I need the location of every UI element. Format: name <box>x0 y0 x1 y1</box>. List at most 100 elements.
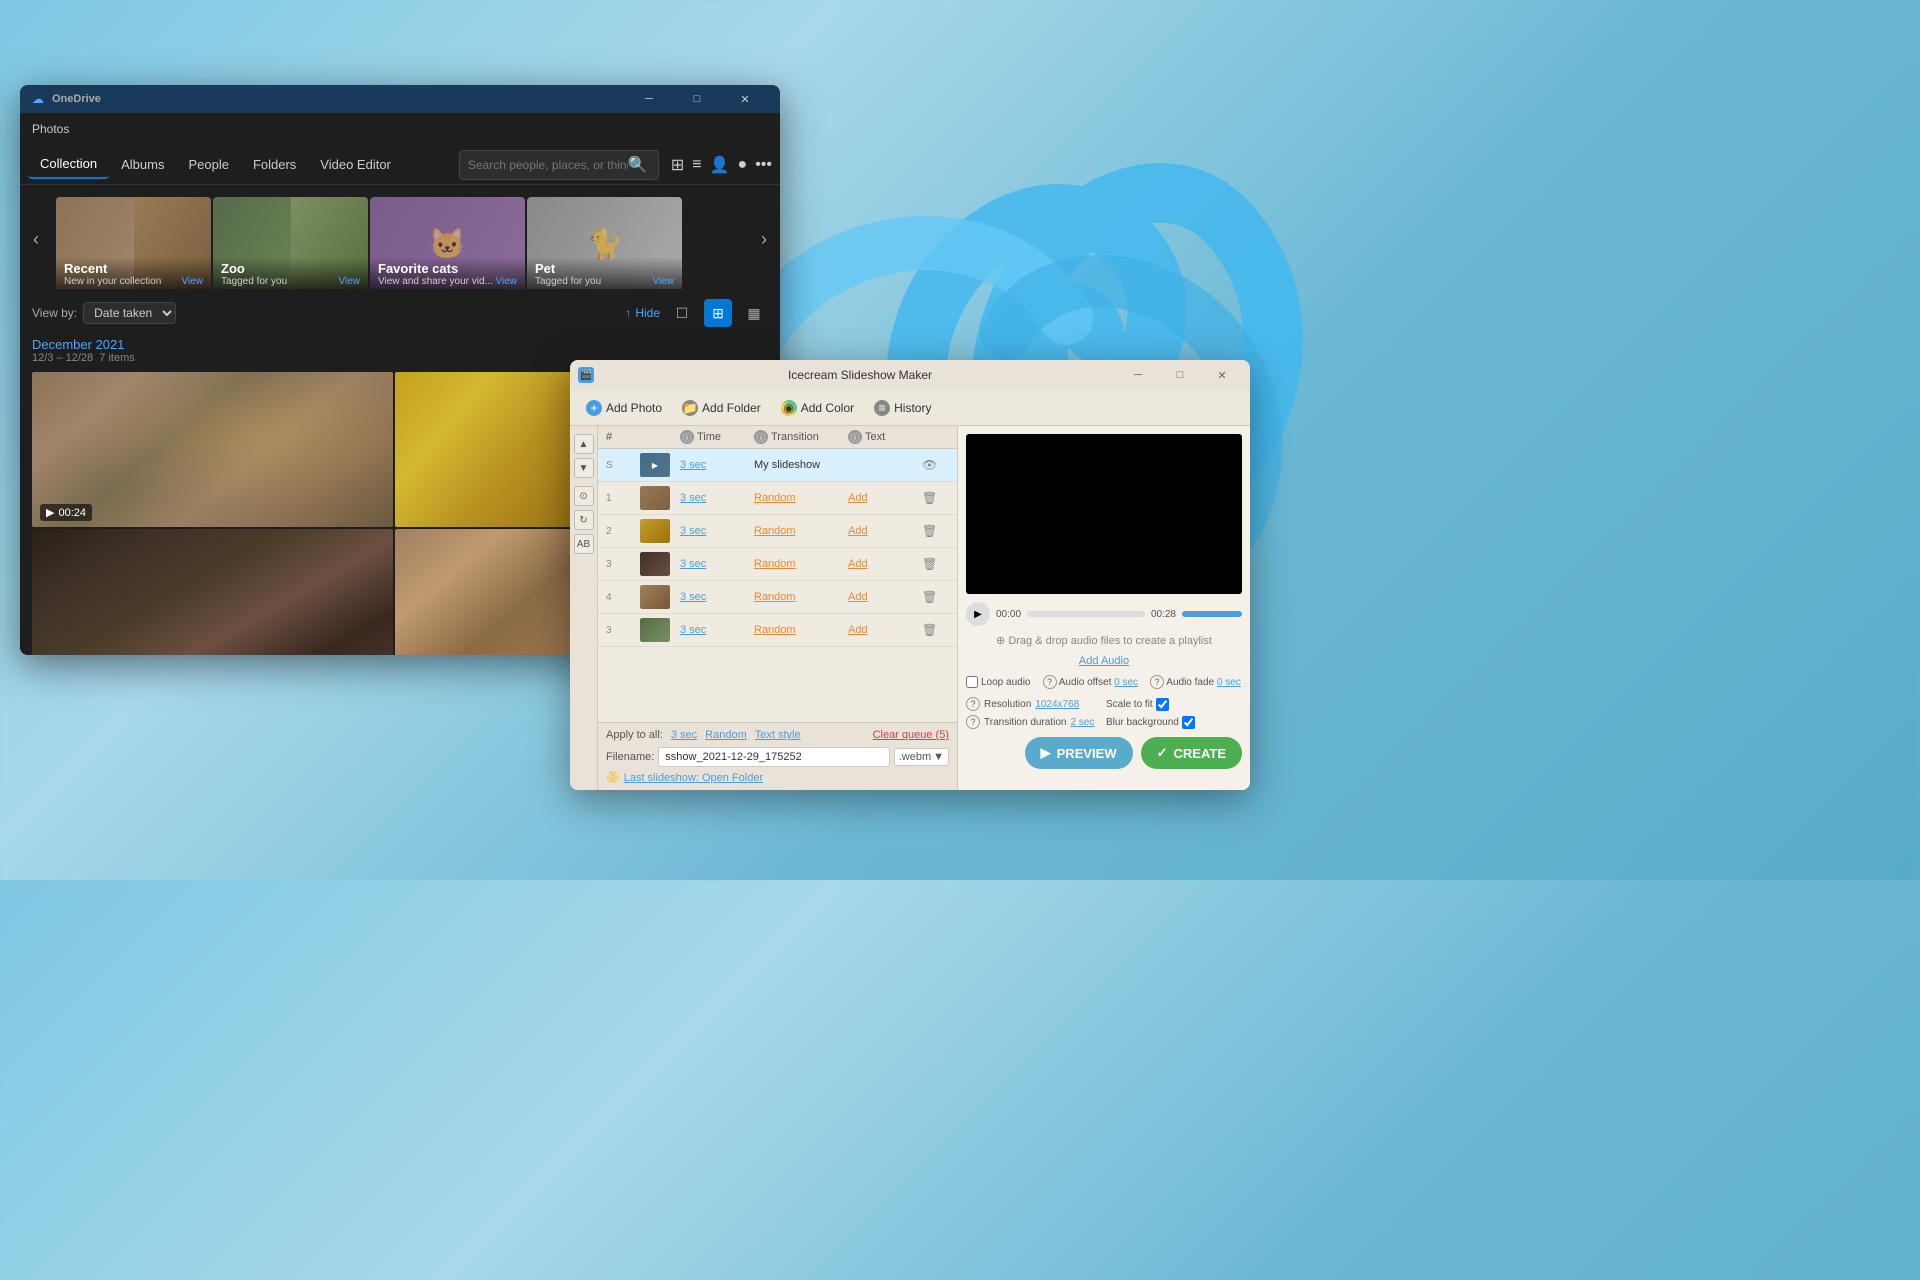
loop-audio-checkbox[interactable] <box>966 676 978 688</box>
row-s-time[interactable]: 3 sec <box>680 459 750 471</box>
row-3-transition[interactable]: Random <box>754 558 844 570</box>
col-time: ⓘ Time <box>680 430 750 444</box>
row-2-transition[interactable]: Random <box>754 525 844 537</box>
ss-row-3b[interactable]: 3 3 sec Random Add 🗑 <box>598 614 957 647</box>
photo-3[interactable] <box>32 529 393 655</box>
album-recent-view[interactable]: View <box>182 276 204 287</box>
apply-time[interactable]: 3 sec <box>671 729 697 741</box>
row-1-time[interactable]: 3 sec <box>680 492 750 504</box>
ss-row-2[interactable]: 2 3 sec Random Add 🗑 <box>598 515 957 548</box>
row-3b-transition[interactable]: Random <box>754 624 844 636</box>
add-photo-button[interactable]: + Add Photo <box>578 396 670 420</box>
filename-input[interactable] <box>658 747 889 767</box>
row-3-delete-icon[interactable]: 🗑 <box>922 557 952 571</box>
row-2-delete-icon[interactable]: 🗑 <box>922 524 952 538</box>
nav-copy-button[interactable]: ⊙ <box>574 486 594 506</box>
row-3-time[interactable]: 3 sec <box>680 558 750 570</box>
add-color-button[interactable]: ◉ Add Color <box>773 396 862 420</box>
audio-offset-val[interactable]: 0 sec <box>1114 677 1138 688</box>
view-list-icon[interactable]: ▦ <box>740 299 768 327</box>
audio-fade-val[interactable]: 0 sec <box>1217 677 1241 688</box>
row-4-transition[interactable]: Random <box>754 591 844 603</box>
view-single-icon[interactable]: ☐ <box>668 299 696 327</box>
search-input[interactable] <box>468 158 628 172</box>
row-1-transition[interactable]: Random <box>754 492 844 504</box>
row-s-thumb: ▶ <box>640 453 670 477</box>
row-1-delete-icon[interactable]: 🗑 <box>922 491 952 505</box>
create-button[interactable]: ✓ CREATE <box>1141 737 1242 769</box>
row-2-text-add[interactable]: Add <box>848 525 918 537</box>
view-grid-icon[interactable]: ⊞ <box>704 299 732 327</box>
minimize-button[interactable]: ─ <box>626 85 672 114</box>
filter-icon[interactable]: ≡ <box>692 156 701 174</box>
album-pet-view[interactable]: View <box>653 276 675 287</box>
hide-button[interactable]: ↑ Hide <box>625 306 660 320</box>
close-button[interactable]: ✕ <box>722 85 768 114</box>
apply-transition[interactable]: Random <box>705 729 747 741</box>
album-zoo[interactable]: Zoo Tagged for you View <box>213 197 368 289</box>
blur-checkbox[interactable] <box>1182 716 1195 729</box>
album-zoo-view[interactable]: View <box>339 276 361 287</box>
row-4-delete-icon[interactable]: 🗑 <box>922 590 952 604</box>
ss-close-button[interactable]: ✕ <box>1202 361 1242 389</box>
transition-help-icon: ? <box>966 715 980 729</box>
album-next-arrow[interactable]: › <box>752 225 776 254</box>
row-3b-time[interactable]: 3 sec <box>680 624 750 636</box>
album-cats-view[interactable]: View <box>496 276 518 287</box>
apply-text-style[interactable]: Text style <box>755 729 801 741</box>
scale-checkbox[interactable] <box>1156 698 1169 711</box>
row-s-eye-icon[interactable]: 👁 <box>922 458 952 472</box>
nav-down-button[interactable]: ▼ <box>574 458 594 478</box>
last-slideshow-link[interactable]: Last slideshow: Open Folder <box>624 772 763 784</box>
nav-text-button[interactable]: AB <box>574 534 594 554</box>
ext-select[interactable]: .webm ▼ <box>894 748 949 766</box>
album-prev-arrow[interactable]: ‹ <box>24 225 48 254</box>
more-icon[interactable]: ••• <box>755 156 772 174</box>
ss-row-s[interactable]: S ▶ 3 sec My slideshow 👁 <box>598 449 957 482</box>
ss-maximize-button[interactable]: □ <box>1160 361 1200 389</box>
ss-col-headers: # ⓘ Time ⓘ Transition ⓘ Text <box>598 426 957 449</box>
account-icon[interactable]: ● <box>738 156 748 174</box>
add-folder-button[interactable]: 📁 Add Folder <box>674 396 769 420</box>
album-favorite-cats[interactable]: 🐱 Favorite cats View and share your vid.… <box>370 197 525 289</box>
add-audio-link[interactable]: Add Audio <box>1079 655 1129 667</box>
album-cats-sub: View and share your vid... View <box>378 276 517 287</box>
nav-folders[interactable]: Folders <box>241 151 308 178</box>
history-button[interactable]: ≡ History <box>866 396 939 420</box>
album-pet-sub: Tagged for you View <box>535 276 674 287</box>
nav-collection[interactable]: Collection <box>28 150 109 179</box>
ss-bottom-bar: Apply to all: 3 sec Random Text style Cl… <box>598 722 957 790</box>
resolution-val[interactable]: 1024x768 <box>1035 699 1079 710</box>
nav-video-editor[interactable]: Video Editor <box>308 151 403 178</box>
play-button[interactable]: ▶ <box>966 602 990 626</box>
view-by-select[interactable]: Date taken <box>83 302 176 324</box>
ss-minimize-button[interactable]: ─ <box>1118 361 1158 389</box>
album-recent[interactable]: Recent New in your collection View <box>56 197 211 289</box>
clear-queue-button[interactable]: Clear queue (5) <box>873 729 949 741</box>
sync-icon[interactable]: ⊞ <box>671 155 684 175</box>
nav-people[interactable]: People <box>176 151 240 178</box>
row-3b-text-add[interactable]: Add <box>848 624 918 636</box>
nav-up-button[interactable]: ▲ <box>574 434 594 454</box>
row-s-transition: My slideshow <box>754 459 844 471</box>
preview-button[interactable]: ▶ PREVIEW <box>1025 737 1133 769</box>
row-4-text-add[interactable]: Add <box>848 591 918 603</box>
people-icon[interactable]: 👤 <box>710 155 730 175</box>
row-3b-delete-icon[interactable]: 🗑 <box>922 623 952 637</box>
nav-loop-button[interactable]: ↻ <box>574 510 594 530</box>
nav-albums[interactable]: Albums <box>109 151 176 178</box>
row-4-time[interactable]: 3 sec <box>680 591 750 603</box>
row-3-text-add[interactable]: Add <box>848 558 918 570</box>
row-1-text-add[interactable]: Add <box>848 492 918 504</box>
maximize-button[interactable]: □ <box>674 85 720 114</box>
album-pet[interactable]: 🐈 Pet Tagged for you View <box>527 197 682 289</box>
volume-bar[interactable] <box>1182 611 1242 617</box>
transition-duration-val[interactable]: 2 sec <box>1070 717 1094 728</box>
photo-1[interactable]: ▶ 00:24 <box>32 372 393 527</box>
photos-navbar: Collection Albums People Folders Video E… <box>20 145 780 185</box>
ss-row-1[interactable]: 1 3 sec Random Add 🗑 <box>598 482 957 515</box>
progress-bar[interactable] <box>1027 611 1145 617</box>
ss-row-3[interactable]: 3 3 sec Random Add 🗑 <box>598 548 957 581</box>
ss-row-4[interactable]: 4 3 sec Random Add 🗑 <box>598 581 957 614</box>
row-2-time[interactable]: 3 sec <box>680 525 750 537</box>
